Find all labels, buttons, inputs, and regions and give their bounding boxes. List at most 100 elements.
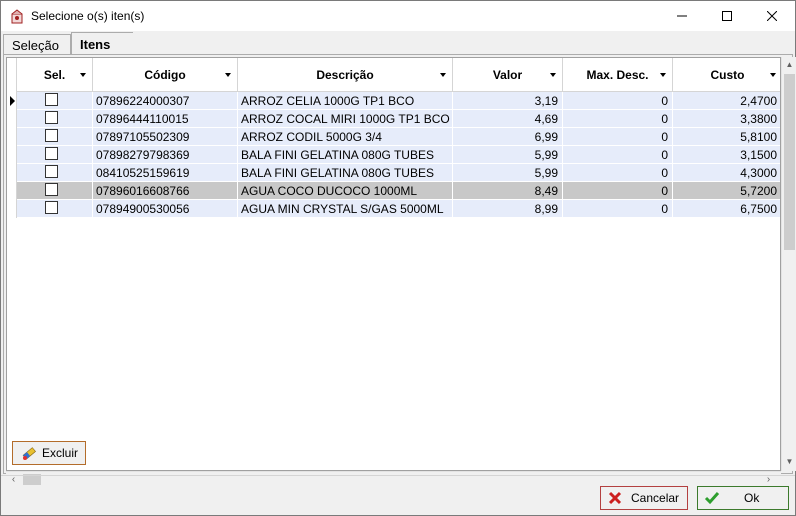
valor-cell: 5,99 [453, 164, 563, 182]
column-header-sel[interactable]: Sel. [17, 58, 93, 92]
row-indicator [7, 200, 17, 218]
grid-rows: 07896224000307 ARROZ CELIA 1000G TP1 BCO… [7, 92, 780, 218]
column-header-codigo[interactable]: Código [93, 58, 238, 92]
excluir-label: Excluir [42, 446, 79, 460]
footer-divider [1, 475, 795, 476]
column-header-valor[interactable]: Valor [453, 58, 563, 92]
tab-selecao[interactable]: Seleção [3, 34, 71, 55]
ok-label: Ok [744, 491, 760, 505]
minimize-icon [677, 15, 687, 17]
table-row[interactable]: 07896016608766 AGUA COCO DUCOCO 1000ML 8… [7, 182, 780, 200]
column-header-custo[interactable]: Custo [673, 58, 780, 92]
custo-cell: 6,7500 [673, 200, 780, 218]
dropdown-arrow-icon[interactable] [225, 73, 231, 77]
max-desc-cell: 0 [563, 110, 673, 128]
codigo-cell: 07896444110015 [93, 110, 238, 128]
vertical-scroll-thumb[interactable] [784, 74, 795, 250]
maximize-button[interactable] [704, 1, 750, 31]
table-row[interactable]: 07898279798369 BALA FINI GELATINA 080G T… [7, 146, 780, 164]
red-x-icon [608, 491, 622, 505]
column-header-max-desc[interactable]: Max. Desc. [563, 58, 673, 92]
sel-cell [17, 146, 93, 164]
select-checkbox[interactable] [45, 147, 58, 160]
valor-cell: 3,19 [453, 92, 563, 110]
codigo-cell: 07897105502309 [93, 128, 238, 146]
column-header-label: Valor [492, 68, 523, 82]
select-checkbox[interactable] [45, 93, 58, 106]
table-row[interactable]: 08410525159619 BALA FINI GELATINA 080G T… [7, 164, 780, 182]
custo-cell: 2,4700 [673, 92, 780, 110]
max-desc-cell: 0 [563, 146, 673, 164]
custo-cell: 4,3000 [673, 164, 780, 182]
dropdown-arrow-icon[interactable] [550, 73, 556, 77]
sel-cell [17, 92, 93, 110]
close-icon [767, 11, 777, 21]
ok-button[interactable]: Ok [697, 486, 789, 510]
codigo-cell: 08410525159619 [93, 164, 238, 182]
descricao-cell: BALA FINI GELATINA 080G TUBES [238, 146, 453, 164]
row-indicator [7, 164, 17, 182]
select-checkbox[interactable] [45, 129, 58, 142]
codigo-cell: 07896224000307 [93, 92, 238, 110]
codigo-cell: 07896016608766 [93, 182, 238, 200]
select-checkbox[interactable] [45, 201, 58, 214]
column-header-label: Custo [710, 68, 745, 82]
vertical-scrollbar[interactable]: ▲ ▼ [781, 57, 796, 471]
close-button[interactable] [749, 1, 795, 31]
tab-itens[interactable]: Itens [71, 32, 147, 56]
select-checkbox[interactable] [45, 165, 58, 178]
sel-cell [17, 128, 93, 146]
valor-cell: 8,99 [453, 200, 563, 218]
app-icon [9, 8, 25, 24]
scroll-down-icon[interactable]: ▼ [782, 454, 796, 469]
horizontal-scrollbar[interactable]: ‹ › [6, 471, 781, 486]
descricao-cell: ARROZ COCAL MIRI 1000G TP1 BCO [238, 110, 453, 128]
descricao-cell: BALA FINI GELATINA 080G TUBES [238, 164, 453, 182]
descricao-cell: ARROZ CODIL 5000G 3/4 [238, 128, 453, 146]
grid-header: Sel. Código Descrição Valor Max. Desc. C… [7, 58, 780, 92]
column-header-label: Descrição [316, 68, 374, 82]
max-desc-cell: 0 [563, 200, 673, 218]
column-header-label: Sel. [43, 68, 66, 82]
custo-cell: 3,3800 [673, 110, 780, 128]
cancelar-button[interactable]: Cancelar [600, 486, 688, 510]
table-row[interactable]: 07896444110015 ARROZ COCAL MIRI 1000G TP… [7, 110, 780, 128]
row-indicator [7, 128, 17, 146]
excluir-button[interactable]: Excluir [12, 441, 86, 465]
scroll-up-icon[interactable]: ▲ [782, 57, 796, 72]
dropdown-arrow-icon[interactable] [80, 73, 86, 77]
max-desc-cell: 0 [563, 164, 673, 182]
valor-cell: 5,99 [453, 146, 563, 164]
minimize-button[interactable] [659, 1, 705, 31]
dropdown-arrow-icon[interactable] [770, 73, 776, 77]
table-row[interactable]: 07896224000307 ARROZ CELIA 1000G TP1 BCO… [7, 92, 780, 110]
max-desc-cell: 0 [563, 128, 673, 146]
max-desc-cell: 0 [563, 92, 673, 110]
custo-cell: 5,7200 [673, 182, 780, 200]
valor-cell: 8,49 [453, 182, 563, 200]
table-row[interactable]: 07897105502309 ARROZ CODIL 5000G 3/4 6,9… [7, 128, 780, 146]
items-tab-panel: Sel. Código Descrição Valor Max. Desc. C… [3, 54, 796, 486]
table-row[interactable]: 07894900530056 AGUA MIN CRYSTAL S/GAS 50… [7, 200, 780, 218]
eraser-icon [22, 447, 36, 460]
row-indicator-header [7, 58, 17, 92]
select-checkbox[interactable] [45, 111, 58, 124]
dropdown-arrow-icon[interactable] [660, 73, 666, 77]
dialog-window: Selecione o(s) iten(s) Seleção Itens Sel… [0, 0, 796, 516]
window-title: Selecione o(s) iten(s) [31, 9, 145, 23]
custo-cell: 5,8100 [673, 128, 780, 146]
sel-cell [17, 164, 93, 182]
current-row-arrow-icon [10, 96, 15, 106]
sel-cell [17, 182, 93, 200]
dropdown-arrow-icon[interactable] [440, 73, 446, 77]
custo-cell: 3,1500 [673, 146, 780, 164]
title-bar: Selecione o(s) iten(s) [1, 1, 795, 31]
items-grid: Sel. Código Descrição Valor Max. Desc. C… [6, 57, 781, 471]
valor-cell: 6,99 [453, 128, 563, 146]
row-indicator [7, 146, 17, 164]
column-header-descricao[interactable]: Descrição [238, 58, 453, 92]
sel-cell [17, 110, 93, 128]
select-checkbox[interactable] [45, 183, 58, 196]
codigo-cell: 07898279798369 [93, 146, 238, 164]
cancelar-label: Cancelar [631, 491, 680, 505]
